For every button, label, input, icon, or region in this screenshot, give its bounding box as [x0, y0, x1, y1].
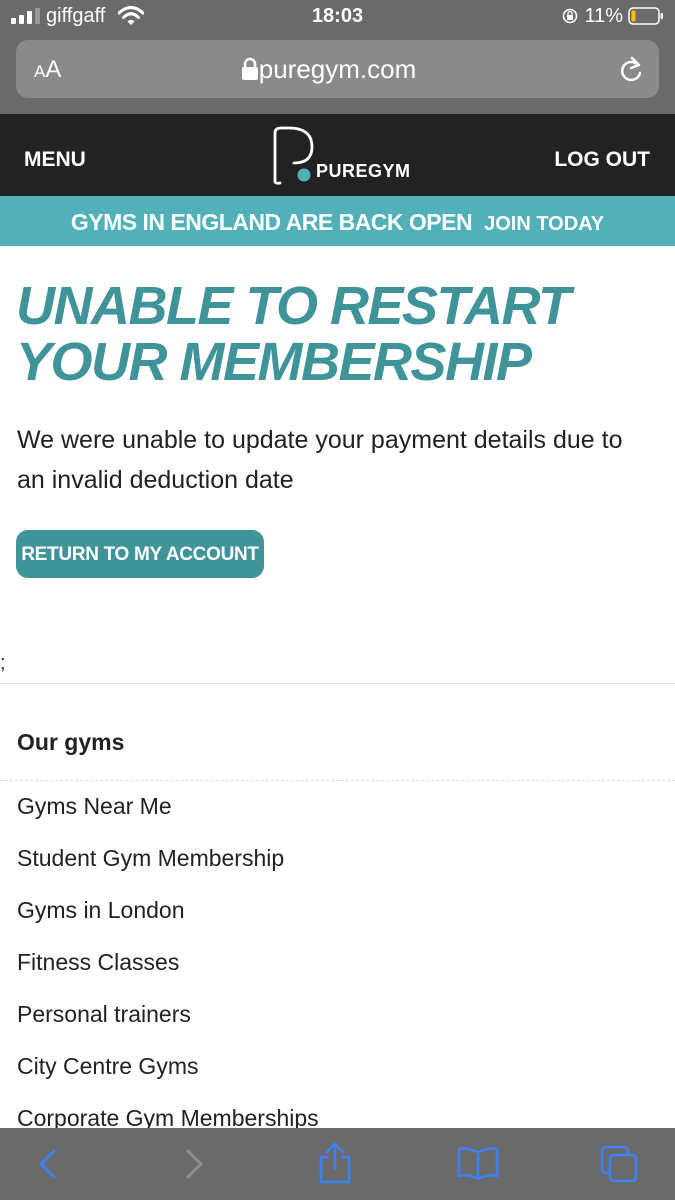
join-today-link[interactable]: JOIN TODAY	[484, 213, 604, 235]
page-title: UNABLE TO RESTART YOUR MEMBERSHIP	[16, 276, 571, 392]
error-message: We were unable to update your payment de…	[17, 426, 623, 494]
footer-links: Gyms Near Me Student Gym Membership Gyms…	[17, 788, 319, 1152]
tabs-icon[interactable]	[600, 1145, 640, 1183]
divider	[0, 780, 675, 781]
promo-banner[interactable]: GYMS IN ENGLAND ARE BACK OPEN JOIN TODAY	[0, 196, 675, 246]
footer-link-student-membership[interactable]: Student Gym Membership	[17, 840, 319, 892]
footer-link-city-centre-gyms[interactable]: City Centre Gyms	[17, 1048, 319, 1100]
rotation-lock-icon	[562, 8, 578, 24]
menu-button[interactable]: MENU	[24, 148, 86, 172]
back-icon[interactable]	[36, 1148, 60, 1180]
footer-link-personal-trainers[interactable]: Personal trainers	[17, 996, 319, 1048]
forward-icon[interactable]	[182, 1148, 206, 1180]
reload-icon[interactable]	[618, 56, 644, 84]
battery-percent: 11%	[584, 5, 623, 27]
battery-icon	[628, 7, 663, 25]
footer-heading[interactable]: Our gyms	[17, 729, 124, 756]
banner-message: GYMS IN ENGLAND ARE BACK OPEN	[70, 209, 473, 235]
site-header: MENU PUREGYM LOG OUT	[0, 114, 675, 196]
address-bar[interactable]: AA puregym.com	[16, 40, 659, 98]
footer-link-gyms-in-london[interactable]: Gyms in London	[17, 892, 319, 944]
return-to-account-button[interactable]: RETURN TO MY ACCOUNT	[16, 530, 264, 578]
browser-bottom-toolbar	[0, 1128, 675, 1200]
stray-text: ;	[0, 652, 6, 674]
logo-wordmark: PUREGYM	[316, 161, 411, 181]
bookmarks-icon[interactable]	[457, 1146, 499, 1180]
footer-link-gyms-near-me[interactable]: Gyms Near Me	[17, 788, 319, 840]
share-icon[interactable]	[318, 1142, 352, 1184]
divider	[0, 683, 675, 684]
url-text: puregym.com	[258, 54, 417, 84]
puregym-logo[interactable]: PUREGYM	[270, 125, 410, 187]
status-bar: giffgaff 18:03 11%	[0, 0, 675, 34]
footer-link-fitness-classes[interactable]: Fitness Classes	[17, 944, 319, 996]
browser-toolbar: AA puregym.com	[0, 34, 675, 114]
logout-button[interactable]: LOG OUT	[554, 148, 650, 172]
